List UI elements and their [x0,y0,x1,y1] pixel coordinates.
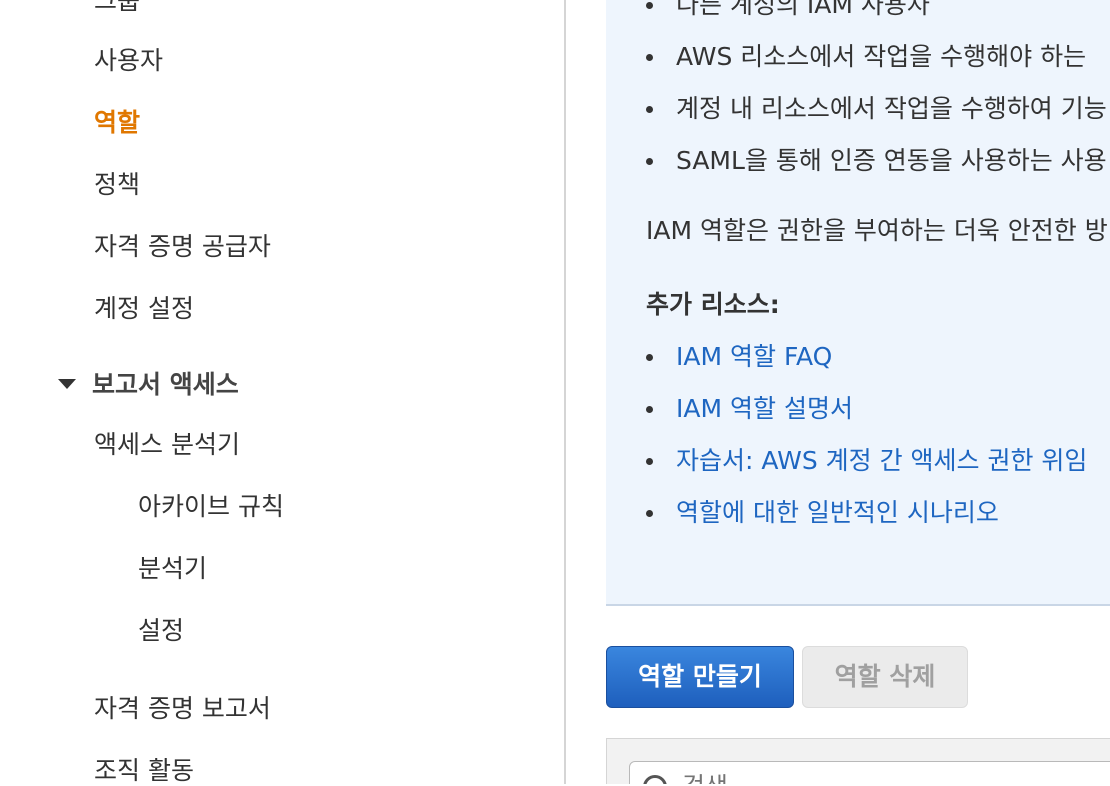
sidebar: 그룹 사용자 역할 정책 자격 증명 공급자 계정 설정 보고서 액세스 액세스… [0,0,566,786]
info-panel: 다른 계정의 IAM 사용자 AWS 리소스에서 작업을 수행해야 하는 계정 … [606,0,1110,606]
sidebar-item-roles[interactable]: 역할 [94,108,140,138]
sidebar-item-access-analyzer[interactable]: 액세스 분석기 [94,430,240,460]
link-tutorial-delegate-access[interactable]: 자습서: AWS 계정 간 액세스 권한 위임 [676,446,1087,476]
description-paragraph: IAM 역할은 권한을 부여하는 더욱 안전한 방 [646,216,1108,245]
section-report-access-label: 보고서 액세스 [92,370,239,399]
delete-role-button: 역할 삭제 [802,646,968,708]
search-input[interactable] [629,761,1110,784]
resources-heading: 추가 리소스: [646,290,780,319]
bullet-icon [646,106,653,113]
bullet-icon [646,406,653,413]
bullet-text: 계정 내 리소스에서 작업을 수행하여 기능 [676,94,1107,123]
bullet-icon [646,354,653,361]
bullet-icon [646,510,653,517]
sidebar-item-policies[interactable]: 정책 [94,170,140,200]
link-iam-roles-faq[interactable]: IAM 역할 FAQ [676,342,832,372]
sidebar-item-users[interactable]: 사용자 [94,46,163,76]
sidebar-item-groups[interactable]: 그룹 [94,0,140,16]
bullet-icon [646,158,653,165]
link-common-scenarios[interactable]: 역할에 대한 일반적인 시나리오 [676,498,999,528]
sidebar-item-credential-report[interactable]: 자격 증명 보고서 [94,694,271,724]
bullet-text: AWS 리소스에서 작업을 수행해야 하는 [676,42,1087,71]
bullet-icon [646,458,653,465]
bullet-icon [646,54,653,61]
bullet-text: 다른 계정의 IAM 사용자 [676,0,930,19]
main-content: 다른 계정의 IAM 사용자 AWS 리소스에서 작업을 수행해야 하는 계정 … [566,0,1110,784]
sidebar-item-organization-activity[interactable]: 조직 활동 [94,756,194,786]
sidebar-item-archive-rules[interactable]: 아카이브 규칙 [138,492,284,522]
link-iam-roles-docs[interactable]: IAM 역할 설명서 [676,394,853,424]
bullet-text: SAML을 통해 인증 연동을 사용하는 사용 [676,146,1107,175]
sidebar-item-account-settings[interactable]: 계정 설정 [94,294,194,324]
sidebar-item-analyzers[interactable]: 분석기 [138,554,207,584]
section-report-access[interactable]: 보고서 액세스 [58,370,239,400]
create-role-button[interactable]: 역할 만들기 [606,646,794,708]
bullet-icon [646,2,653,9]
search-bar-container [606,738,1110,784]
sidebar-item-identity-providers[interactable]: 자격 증명 공급자 [94,232,271,262]
sidebar-item-settings[interactable]: 설정 [138,616,184,646]
caret-down-icon [58,379,76,389]
